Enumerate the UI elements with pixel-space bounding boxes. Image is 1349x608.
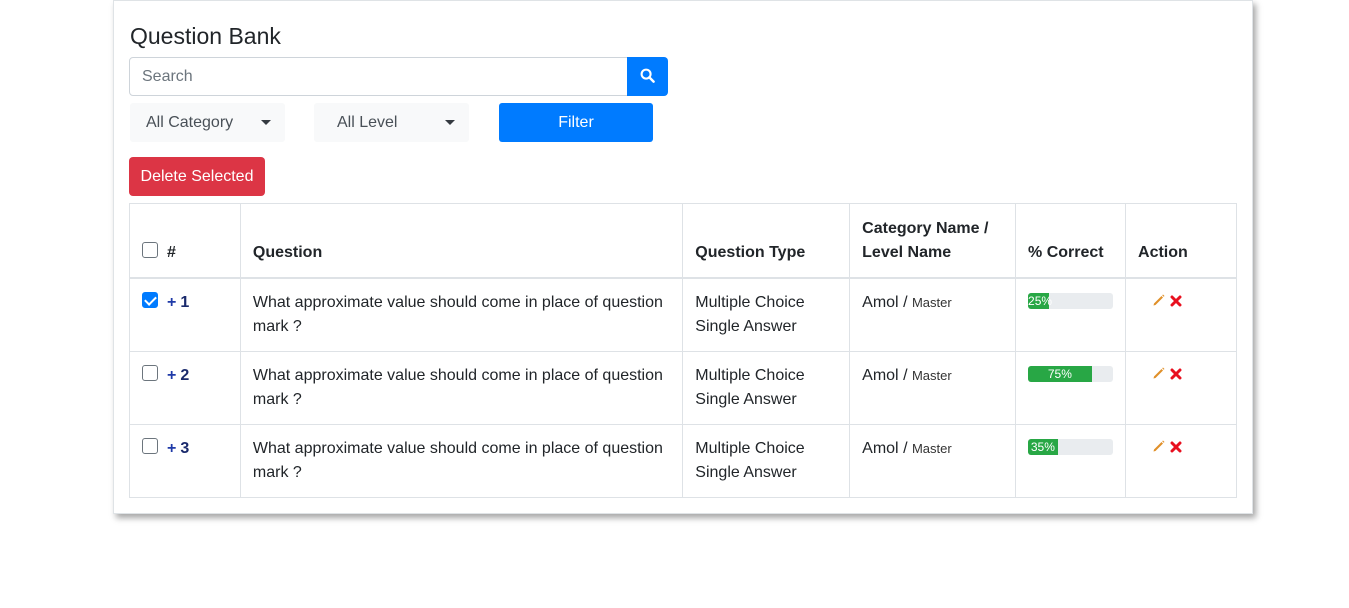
question-cell: What approximate value should come in pl… — [239, 277, 684, 352]
type-cell: Multiple Choice Single Answer — [682, 350, 851, 425]
progress-bar: 75% — [1028, 365, 1092, 382]
action-cell — [1125, 350, 1237, 425]
search-input[interactable] — [129, 57, 628, 96]
category-name: Amol — [862, 439, 899, 457]
header-number: # — [167, 243, 176, 261]
expand-button[interactable]: + — [167, 367, 176, 384]
row-number: 1 — [180, 293, 190, 311]
table-header-row: # Question Question Type Category Name /… — [129, 203, 1237, 279]
progress-bar-track: 75% — [1028, 365, 1114, 382]
row-number: 3 — [180, 439, 190, 457]
row-select-cell: +3 — [129, 423, 241, 498]
header-question: Question — [239, 203, 684, 279]
header-category-line2: Level Name — [862, 243, 952, 261]
header-select: # — [129, 203, 241, 279]
category-cell: Amol / Master — [849, 350, 1017, 425]
question-bank-card: Question Bank All Category All Level Fil… — [113, 0, 1253, 514]
category-select-label: All Category — [146, 113, 234, 131]
table-row: +3 What approximate value should come in… — [129, 423, 1237, 498]
category-cell: Amol / Master — [849, 277, 1017, 352]
type-cell: Multiple Choice Single Answer — [682, 277, 851, 352]
level-name: Master — [911, 367, 952, 383]
search-icon — [640, 68, 655, 86]
level-name: Master — [911, 440, 952, 456]
question-cell: What approximate value should come in pl… — [239, 350, 684, 425]
progress-bar-track: 25% — [1028, 292, 1114, 309]
table-row: +2 What approximate value should come in… — [129, 350, 1237, 425]
correct-cell: 75% — [1015, 350, 1127, 425]
pencil-icon[interactable] — [1152, 364, 1166, 388]
close-icon[interactable] — [1170, 364, 1182, 388]
header-action: Action — [1125, 203, 1237, 279]
type-line1: Multiple Choice — [695, 366, 805, 384]
expand-button[interactable]: + — [167, 440, 176, 457]
type-cell: Multiple Choice Single Answer — [682, 423, 851, 498]
action-cell — [1125, 423, 1237, 498]
level-select-label: All Level — [337, 113, 398, 131]
category-separator: / — [903, 366, 908, 384]
pencil-icon[interactable] — [1152, 291, 1166, 315]
table-row: +1 What approximate value should come in… — [129, 277, 1237, 352]
header-category-line1: Category Name / — [862, 219, 989, 237]
category-select[interactable]: All Category — [130, 103, 285, 142]
row-checkbox[interactable] — [142, 292, 158, 309]
filter-button[interactable]: Filter — [499, 103, 653, 142]
delete-selected-button[interactable]: Delete Selected — [129, 157, 265, 196]
header-category: Category Name / Level Name — [849, 203, 1017, 279]
question-cell: What approximate value should come in pl… — [239, 423, 684, 498]
row-checkbox[interactable] — [142, 438, 158, 455]
category-cell: Amol / Master — [849, 423, 1017, 498]
progress-bar: 35% — [1028, 438, 1058, 455]
row-select-cell: +2 — [129, 350, 241, 425]
action-cell — [1125, 277, 1237, 352]
header-type: Question Type — [682, 203, 851, 279]
row-checkbox[interactable] — [142, 365, 158, 382]
level-select[interactable]: All Level — [314, 103, 469, 142]
category-name: Amol — [862, 366, 899, 384]
search-button[interactable] — [627, 57, 668, 96]
expand-button[interactable]: + — [167, 294, 176, 311]
caret-down-icon — [445, 120, 455, 125]
search-group — [129, 57, 669, 96]
select-all-checkbox[interactable] — [142, 242, 158, 259]
caret-down-icon — [261, 120, 271, 125]
type-line2: Single Answer — [695, 463, 797, 481]
category-name: Amol — [862, 293, 899, 311]
header-correct: % Correct — [1015, 203, 1127, 279]
type-line1: Multiple Choice — [695, 293, 805, 311]
close-icon[interactable] — [1170, 291, 1182, 315]
type-line2: Single Answer — [695, 317, 797, 335]
progress-bar: 25% — [1028, 292, 1053, 309]
type-line1: Multiple Choice — [695, 439, 805, 457]
questions-table: # Question Question Type Category Name /… — [129, 203, 1237, 498]
row-number: 2 — [180, 366, 190, 384]
row-select-cell: +1 — [129, 277, 241, 352]
category-separator: / — [903, 293, 908, 311]
pencil-icon[interactable] — [1152, 437, 1166, 461]
page-title: Question Bank — [130, 23, 281, 49]
correct-cell: 25% — [1015, 277, 1127, 352]
category-separator: / — [903, 439, 908, 457]
progress-bar-track: 35% — [1028, 438, 1114, 455]
level-name: Master — [911, 294, 952, 310]
correct-cell: 35% — [1015, 423, 1127, 498]
type-line2: Single Answer — [695, 390, 797, 408]
close-icon[interactable] — [1170, 437, 1182, 461]
